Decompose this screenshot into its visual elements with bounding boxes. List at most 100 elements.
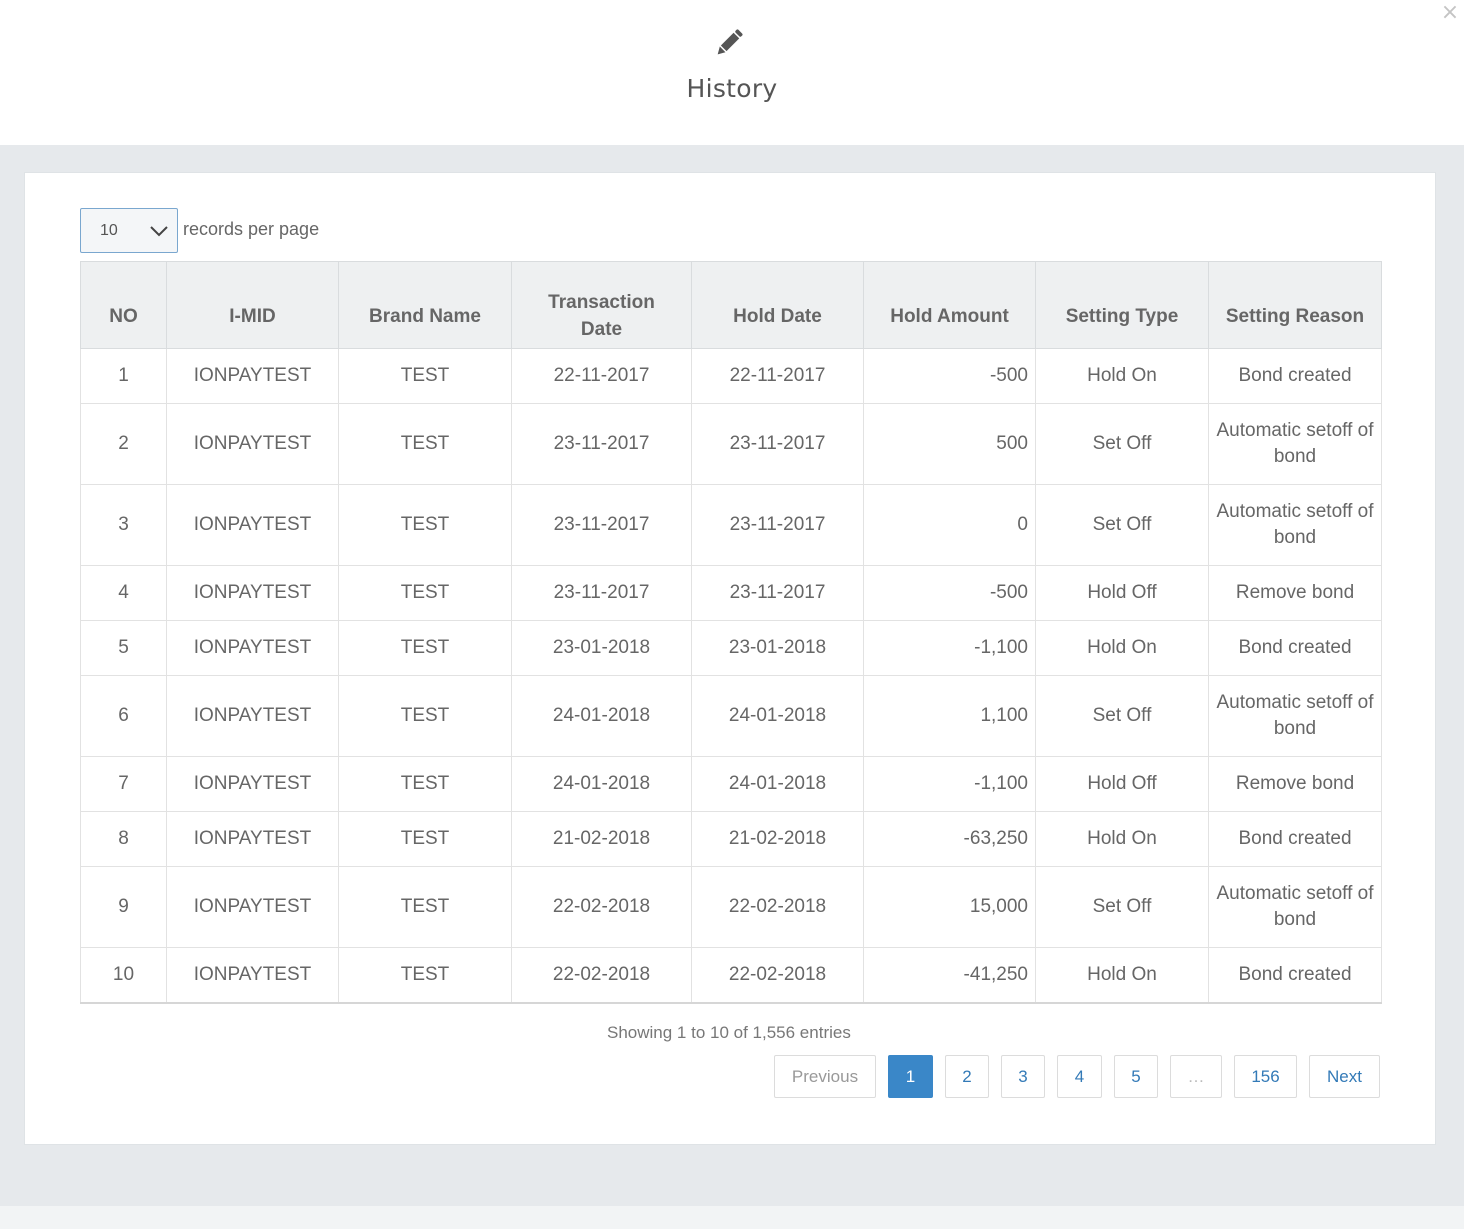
table-row: 4 IONPAYTEST TEST 23-11-2017 23-11-2017 … xyxy=(80,565,1382,621)
cell-imid: IONPAYTEST xyxy=(166,756,339,812)
cell-no: 2 xyxy=(80,403,167,485)
cell-transaction-date: 21-02-2018 xyxy=(511,811,692,867)
modal-title: History xyxy=(686,74,778,103)
records-per-page-select[interactable]: 10 xyxy=(80,208,178,253)
column-header-setting-reason[interactable]: Setting Reason xyxy=(1208,261,1382,349)
table-info-text: Showing 1 to 10 of 1,556 entries xyxy=(607,1023,851,1042)
column-header-brand-name[interactable]: Brand Name xyxy=(338,261,512,349)
cell-setting-type: Hold On xyxy=(1035,947,1209,1003)
column-header-imid[interactable]: I-MID xyxy=(166,261,339,349)
cell-setting-type: Set Off xyxy=(1035,403,1209,485)
table-row: 5 IONPAYTEST TEST 23-01-2018 23-01-2018 … xyxy=(80,620,1382,676)
cell-no: 7 xyxy=(80,756,167,812)
cell-transaction-date: 22-02-2018 xyxy=(511,866,692,948)
cell-imid: IONPAYTEST xyxy=(166,947,339,1003)
cell-hold-amount: 15,000 xyxy=(863,866,1036,948)
page-button-4[interactable]: 4 xyxy=(1057,1055,1102,1098)
cell-hold-date: 22-02-2018 xyxy=(691,947,864,1003)
next-page-button[interactable]: Next xyxy=(1309,1055,1380,1098)
cell-setting-reason: Automatic setoff of bond xyxy=(1208,675,1382,757)
page-button-2[interactable]: 2 xyxy=(945,1055,989,1098)
cell-setting-reason: Automatic setoff of bond xyxy=(1208,403,1382,485)
history-table: NO I-MID Brand Name Transaction Date Hol… xyxy=(80,261,1382,1004)
cell-brand: TEST xyxy=(338,403,512,485)
chevron-down-icon xyxy=(150,226,168,237)
cell-setting-type: Hold Off xyxy=(1035,756,1209,812)
page-button-156[interactable]: 156 xyxy=(1234,1055,1297,1098)
cell-hold-date: 23-11-2017 xyxy=(691,565,864,621)
cell-brand: TEST xyxy=(338,811,512,867)
modal-header: × History xyxy=(0,0,1464,145)
cell-hold-amount: 0 xyxy=(863,484,1036,566)
cell-transaction-date: 24-01-2018 xyxy=(511,756,692,812)
cell-setting-type: Hold Off xyxy=(1035,565,1209,621)
column-header-no[interactable]: NO xyxy=(80,261,167,349)
cell-transaction-date: 23-11-2017 xyxy=(511,565,692,621)
cell-hold-date: 23-01-2018 xyxy=(691,620,864,676)
cell-brand: TEST xyxy=(338,866,512,948)
cell-transaction-date: 23-01-2018 xyxy=(511,620,692,676)
cell-setting-type: Hold On xyxy=(1035,811,1209,867)
cell-brand: TEST xyxy=(338,565,512,621)
cell-setting-reason: Bond created xyxy=(1208,620,1382,676)
cell-transaction-date: 23-11-2017 xyxy=(511,403,692,485)
cell-imid: IONPAYTEST xyxy=(166,403,339,485)
records-per-page-label: records per page xyxy=(183,219,320,239)
cell-hold-date: 24-01-2018 xyxy=(691,756,864,812)
cell-no: 1 xyxy=(80,348,167,404)
page-button-3[interactable]: 3 xyxy=(1001,1055,1045,1098)
cell-hold-date: 22-02-2018 xyxy=(691,866,864,948)
table-header-row: NO I-MID Brand Name Transaction Date Hol… xyxy=(80,261,1382,349)
cell-brand: TEST xyxy=(338,484,512,566)
cell-imid: IONPAYTEST xyxy=(166,484,339,566)
cell-no: 5 xyxy=(80,620,167,676)
column-header-hold-date[interactable]: Hold Date xyxy=(691,261,864,349)
column-header-setting-type[interactable]: Setting Type xyxy=(1035,261,1209,349)
cell-transaction-date: 22-02-2018 xyxy=(511,947,692,1003)
cell-setting-type: Hold On xyxy=(1035,620,1209,676)
cell-hold-date: 23-11-2017 xyxy=(691,403,864,485)
modal-footer xyxy=(0,1206,1464,1229)
cell-hold-amount: -500 xyxy=(863,348,1036,404)
cell-setting-reason: Bond created xyxy=(1208,348,1382,404)
cell-hold-date: 21-02-2018 xyxy=(691,811,864,867)
cell-no: 10 xyxy=(80,947,167,1003)
cell-hold-date: 23-11-2017 xyxy=(691,484,864,566)
cell-setting-reason: Automatic setoff of bond xyxy=(1208,484,1382,566)
cell-imid: IONPAYTEST xyxy=(166,675,339,757)
cell-hold-amount: 500 xyxy=(863,403,1036,485)
cell-hold-amount: -500 xyxy=(863,565,1036,621)
cell-setting-reason: Automatic setoff of bond xyxy=(1208,866,1382,948)
cell-setting-type: Hold On xyxy=(1035,348,1209,404)
cell-setting-reason: Bond created xyxy=(1208,811,1382,867)
previous-page-button[interactable]: Previous xyxy=(774,1055,876,1098)
cell-no: 4 xyxy=(80,565,167,621)
cell-transaction-date: 24-01-2018 xyxy=(511,675,692,757)
table-row: 6 IONPAYTEST TEST 24-01-2018 24-01-2018 … xyxy=(80,675,1382,757)
cell-setting-reason: Remove bond xyxy=(1208,756,1382,812)
cell-transaction-date: 23-11-2017 xyxy=(511,484,692,566)
cell-setting-type: Set Off xyxy=(1035,484,1209,566)
cell-no: 9 xyxy=(80,866,167,948)
column-header-transaction-date[interactable]: Transaction Date xyxy=(511,261,692,349)
cell-setting-reason: Bond created xyxy=(1208,947,1382,1003)
cell-imid: IONPAYTEST xyxy=(166,348,339,404)
cell-hold-amount: -41,250 xyxy=(863,947,1036,1003)
table-row: 2 IONPAYTEST TEST 23-11-2017 23-11-2017 … xyxy=(80,403,1382,485)
page-button-1[interactable]: 1 xyxy=(888,1055,933,1098)
cell-brand: TEST xyxy=(338,620,512,676)
table-row: 7 IONPAYTEST TEST 24-01-2018 24-01-2018 … xyxy=(80,756,1382,812)
column-header-hold-amount[interactable]: Hold Amount xyxy=(863,261,1036,349)
table-row: 10 IONPAYTEST TEST 22-02-2018 22-02-2018… xyxy=(80,947,1382,1003)
cell-imid: IONPAYTEST xyxy=(166,565,339,621)
cell-setting-type: Set Off xyxy=(1035,675,1209,757)
cell-hold-date: 22-11-2017 xyxy=(691,348,864,404)
cell-brand: TEST xyxy=(338,675,512,757)
close-icon[interactable]: × xyxy=(1440,0,1460,26)
table-row: 1 IONPAYTEST TEST 22-11-2017 22-11-2017 … xyxy=(80,348,1382,404)
cell-hold-date: 24-01-2018 xyxy=(691,675,864,757)
page-button-5[interactable]: 5 xyxy=(1114,1055,1158,1098)
cell-setting-type: Set Off xyxy=(1035,866,1209,948)
page-ellipsis: … xyxy=(1170,1055,1222,1098)
cell-transaction-date: 22-11-2017 xyxy=(511,348,692,404)
